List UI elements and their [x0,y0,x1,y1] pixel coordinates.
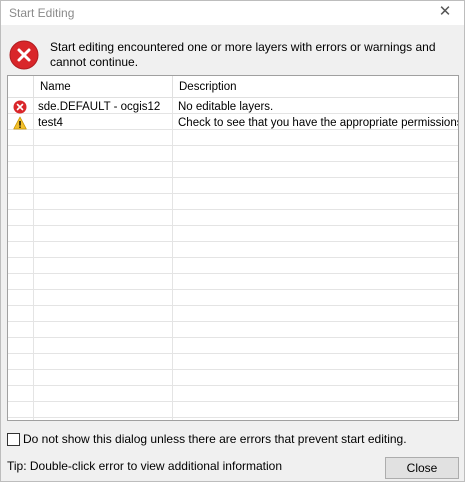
title-bar: Start Editing ✕ [1,1,464,25]
close-icon[interactable]: ✕ [432,3,458,23]
icon-column-header[interactable] [8,76,34,98]
name-column-header[interactable]: Name [34,76,173,98]
table-row[interactable]: test4 Check to see that you have the app… [8,115,458,131]
grid-lines [8,98,458,420]
warning-icon [13,116,27,130]
error-icon [9,40,39,70]
dont-show-checkbox-label[interactable]: Do not show this dialog unless there are… [23,432,407,446]
description-column-header[interactable]: Description [173,76,458,98]
dont-show-checkbox[interactable] [7,433,20,446]
window-title: Start Editing [9,6,75,20]
row-description: No editable layers. [178,101,274,113]
start-editing-dialog: Start Editing ✕ Start editing encountere… [0,0,465,482]
row-description: Check to see that you have the appropria… [178,117,459,129]
error-icon [13,100,27,114]
list-header: Name Description [8,76,458,98]
layer-error-list[interactable]: Name Description sde.DEFAULT - ocgis12 N… [7,75,459,421]
row-name: sde.DEFAULT - ocgis12 [38,101,161,113]
close-button[interactable]: Close [385,457,459,479]
tip-text: Tip: Double-click error to view addition… [7,459,283,473]
row-name: test4 [38,117,63,129]
error-message: Start editing encountered one or more la… [50,40,436,69]
table-row[interactable]: sde.DEFAULT - ocgis12 No editable layers… [8,99,458,115]
